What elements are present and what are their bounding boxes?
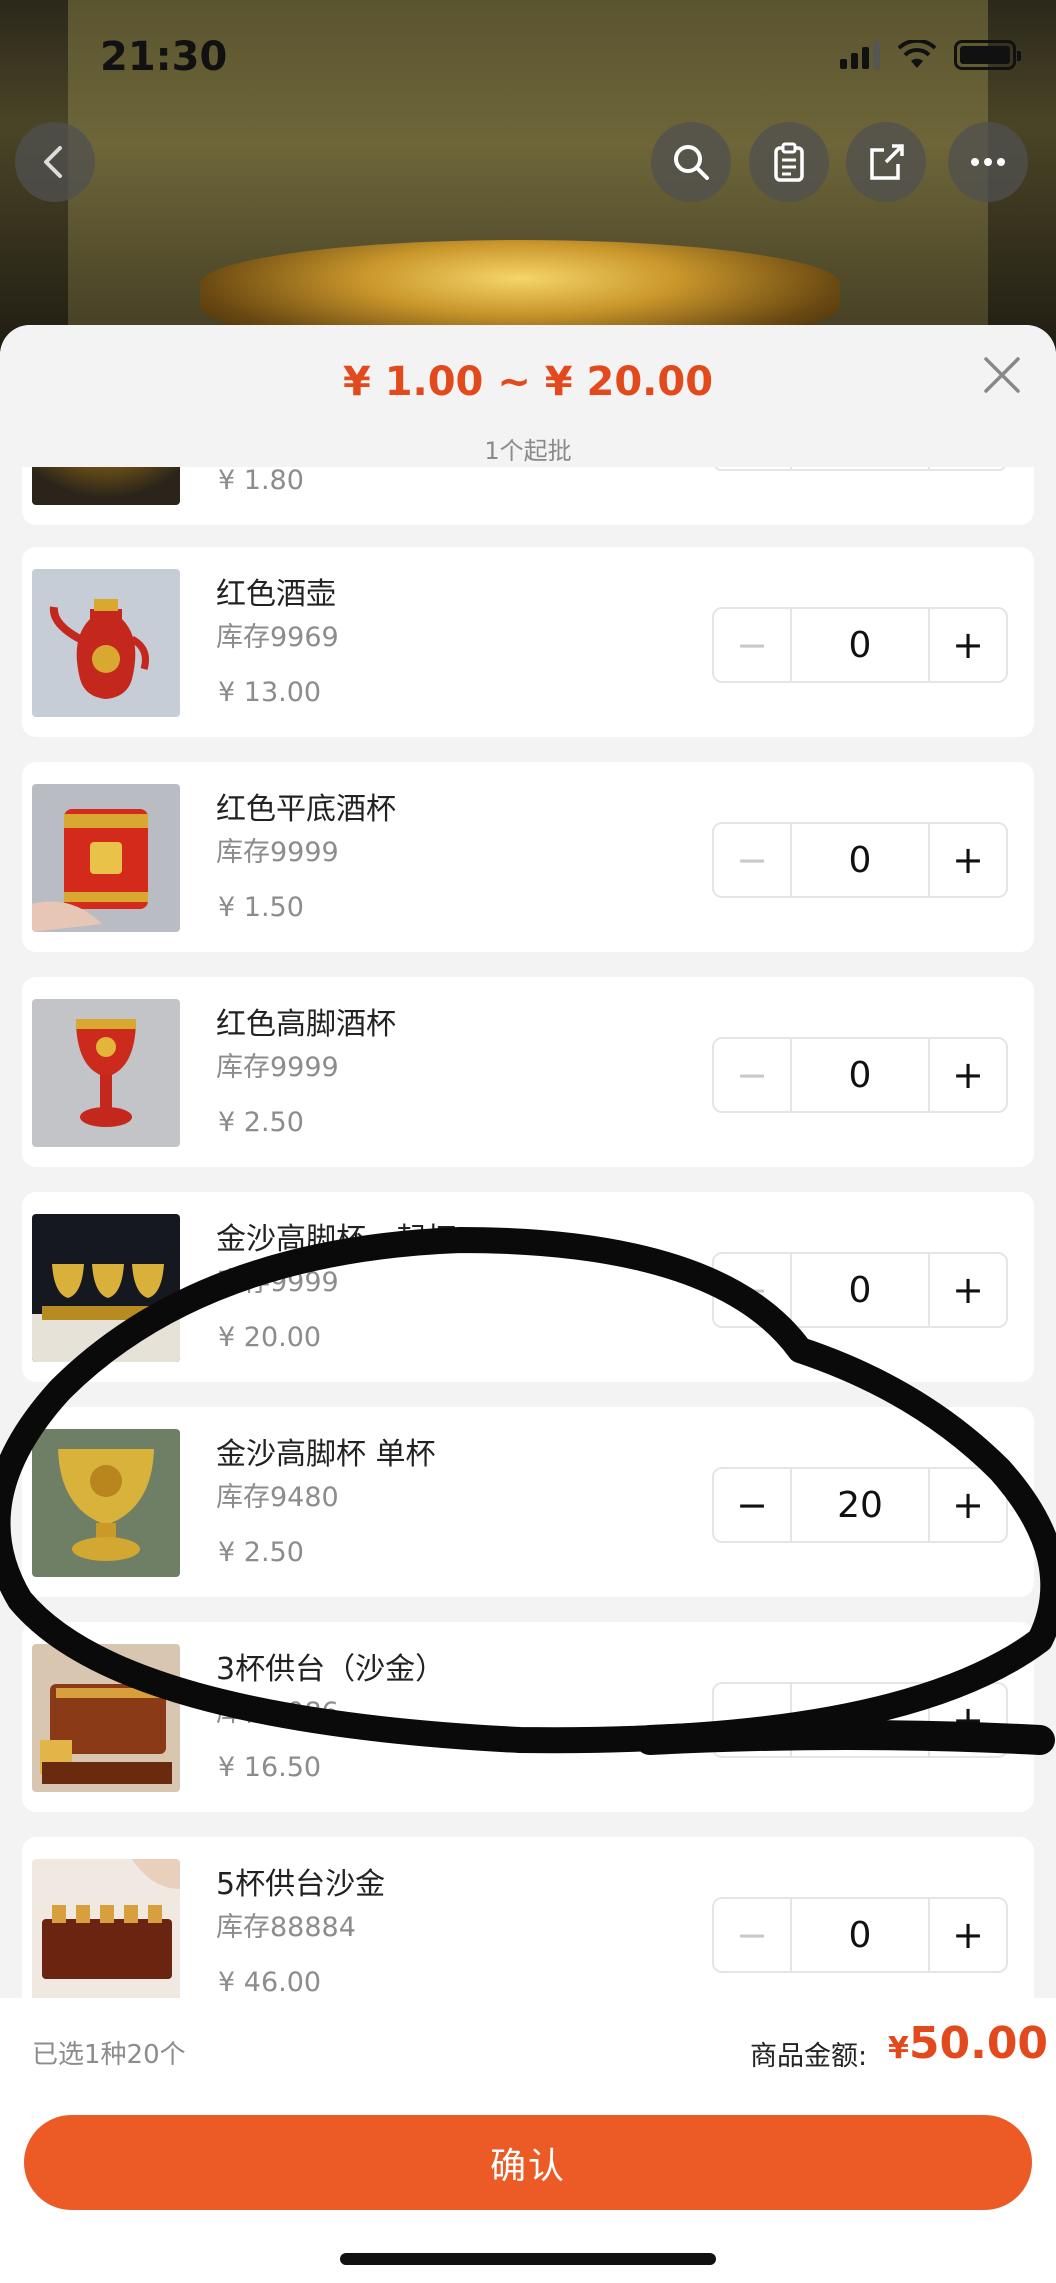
selected-summary: 已选1种20个 — [32, 2040, 186, 2070]
product-name: 3杯供台（沙金） — [216, 1652, 446, 1687]
product-price: ¥ 46.00 — [218, 1967, 322, 1998]
decrement-button[interactable]: − — [714, 824, 790, 896]
product-card: 3杯供台（沙金） 库存9986 ¥ 16.50 − 0 + — [22, 1622, 1034, 1812]
increment-button[interactable]: + — [930, 467, 1006, 469]
product-thumbnail — [32, 1859, 180, 1998]
product-stock: 库存9999 — [216, 1052, 339, 1083]
product-price: ¥ 16.50 — [218, 1752, 322, 1783]
amount-value: 50.00 — [908, 2018, 1049, 2069]
product-stock: 库存9969 — [216, 622, 339, 653]
quantity-value[interactable]: 0 — [790, 824, 930, 896]
decrement-button[interactable]: − — [714, 1899, 790, 1971]
product-price: ¥ 13.00 — [218, 677, 322, 708]
quantity-stepper: − 0 + — [712, 822, 1008, 898]
back-button[interactable] — [15, 122, 95, 202]
product-stock: 库存88884 — [216, 1912, 356, 1943]
quantity-stepper: − 0 + — [712, 467, 1008, 471]
search-button[interactable] — [651, 122, 731, 202]
product-name: 5杯供台沙金 — [216, 1867, 386, 1902]
share-button[interactable] — [846, 122, 926, 202]
signal-icon — [840, 41, 880, 69]
quantity-stepper: − 0 + — [712, 1037, 1008, 1113]
quantity-stepper: − 0 + — [712, 1252, 1008, 1328]
product-card: 金沙高脚杯 单杯 库存9480 ¥ 2.50 − 20 + — [22, 1407, 1034, 1597]
quantity-value[interactable]: 0 — [790, 1039, 930, 1111]
product-thumbnail — [32, 999, 180, 1147]
increment-button[interactable]: + — [930, 1469, 1006, 1541]
product-stock: 库存9480 — [216, 1482, 339, 1513]
product-list[interactable]: ¥ 1.80 − 0 + 红色酒壶 库存9969 ¥ 13.00 − 0 + — [0, 467, 1056, 1998]
product-stock: 库存9999 — [216, 837, 339, 868]
product-card: 红色高脚酒杯 库存9999 ¥ 2.50 − 0 + — [22, 977, 1034, 1167]
product-thumbnail — [32, 1214, 180, 1362]
product-price: ¥ 1.80 — [218, 467, 304, 496]
close-icon[interactable] — [980, 353, 1024, 397]
share-icon — [870, 144, 904, 180]
decrement-button[interactable]: − — [714, 1469, 790, 1541]
quantity-value[interactable]: 0 — [790, 1684, 930, 1756]
sheet-header: ¥ 1.00 ~ ¥ 20.00 1个起批 — [0, 325, 1056, 467]
price-range: ¥ 1.00 ~ ¥ 20.00 — [342, 359, 714, 405]
product-stock: 库存9999 — [216, 1267, 339, 1298]
decrement-button[interactable]: − — [714, 1254, 790, 1326]
product-card: 金沙高脚杯一起杯 库存9999 ¥ 20.00 − 0 + — [22, 1192, 1034, 1382]
increment-button[interactable]: + — [930, 1684, 1006, 1756]
status-icons — [840, 40, 1021, 70]
battery-icon — [954, 40, 1021, 70]
min-order-text: 1个起批 — [484, 437, 572, 465]
product-card: 红色平底酒杯 库存9999 ¥ 1.50 − 0 + — [22, 762, 1034, 952]
decrement-button[interactable]: − — [714, 609, 790, 681]
product-card: 红色酒壶 库存9969 ¥ 13.00 − 0 + — [22, 547, 1034, 737]
quantity-stepper: − 0 + — [712, 607, 1008, 683]
increment-button[interactable]: + — [930, 1899, 1006, 1971]
product-thumbnail — [32, 1429, 180, 1577]
product-price: ¥ 1.50 — [218, 892, 304, 923]
product-price: ¥ 2.50 — [218, 1107, 304, 1138]
product-thumbnail — [32, 784, 180, 932]
clipboard-icon — [774, 142, 804, 182]
product-card: ¥ 1.80 − 0 + — [22, 467, 1034, 525]
product-thumbnail — [32, 467, 180, 505]
quantity-value[interactable]: 20 — [790, 1469, 930, 1541]
product-name: 金沙高脚杯 单杯 — [216, 1437, 436, 1472]
decrement-button[interactable]: − — [714, 1039, 790, 1111]
increment-button[interactable]: + — [930, 824, 1006, 896]
quantity-value[interactable]: 0 — [790, 1254, 930, 1326]
product-price: ¥ 2.50 — [218, 1537, 304, 1568]
wifi-icon — [898, 40, 936, 68]
product-thumbnail — [32, 569, 180, 717]
increment-button[interactable]: + — [930, 1039, 1006, 1111]
product-name: 红色高脚酒杯 — [216, 1007, 396, 1042]
chevron-left-icon — [44, 146, 62, 178]
quantity-stepper: − 20 + — [712, 1467, 1008, 1543]
decrement-button[interactable]: − — [714, 1684, 790, 1756]
total-amount: ¥50.00 — [888, 2018, 1048, 2069]
search-icon — [674, 145, 709, 180]
quantity-value[interactable]: 0 — [790, 609, 930, 681]
decrement-button[interactable]: − — [714, 467, 790, 469]
home-indicator[interactable] — [340, 2253, 716, 2265]
more-button[interactable] — [948, 122, 1028, 202]
quantity-value[interactable]: 0 — [790, 467, 930, 469]
currency-symbol: ¥ — [888, 2031, 909, 2066]
clipboard-button[interactable] — [749, 122, 829, 202]
quantity-stepper: − 0 + — [712, 1682, 1008, 1758]
product-name: 金沙高脚杯一起杯 — [216, 1222, 456, 1257]
confirm-button[interactable]: 确认 — [24, 2115, 1032, 2210]
increment-button[interactable]: + — [930, 1254, 1006, 1326]
status-time: 21:30 — [100, 34, 228, 80]
amount-label: 商品金额: — [750, 2041, 868, 2072]
product-thumbnail — [32, 1644, 180, 1792]
product-card: 5杯供台沙金 库存88884 ¥ 46.00 − 0 + — [22, 1837, 1034, 1998]
increment-button[interactable]: + — [930, 609, 1006, 681]
sku-selection-sheet: ¥ 1.00 ~ ¥ 20.00 1个起批 ¥ 1.80 − 0 + 红色酒壶 … — [0, 325, 1056, 2283]
product-stock: 库存9986 — [216, 1697, 339, 1728]
product-name: 红色酒壶 — [216, 577, 336, 612]
product-price: ¥ 20.00 — [218, 1322, 322, 1353]
quantity-value[interactable]: 0 — [790, 1899, 930, 1971]
more-icon — [971, 158, 1005, 166]
product-name: 红色平底酒杯 — [216, 792, 396, 827]
quantity-stepper: − 0 + — [712, 1897, 1008, 1973]
checkout-footer: 已选1种20个 商品金额: ¥50.00 确认 — [0, 1998, 1056, 2283]
